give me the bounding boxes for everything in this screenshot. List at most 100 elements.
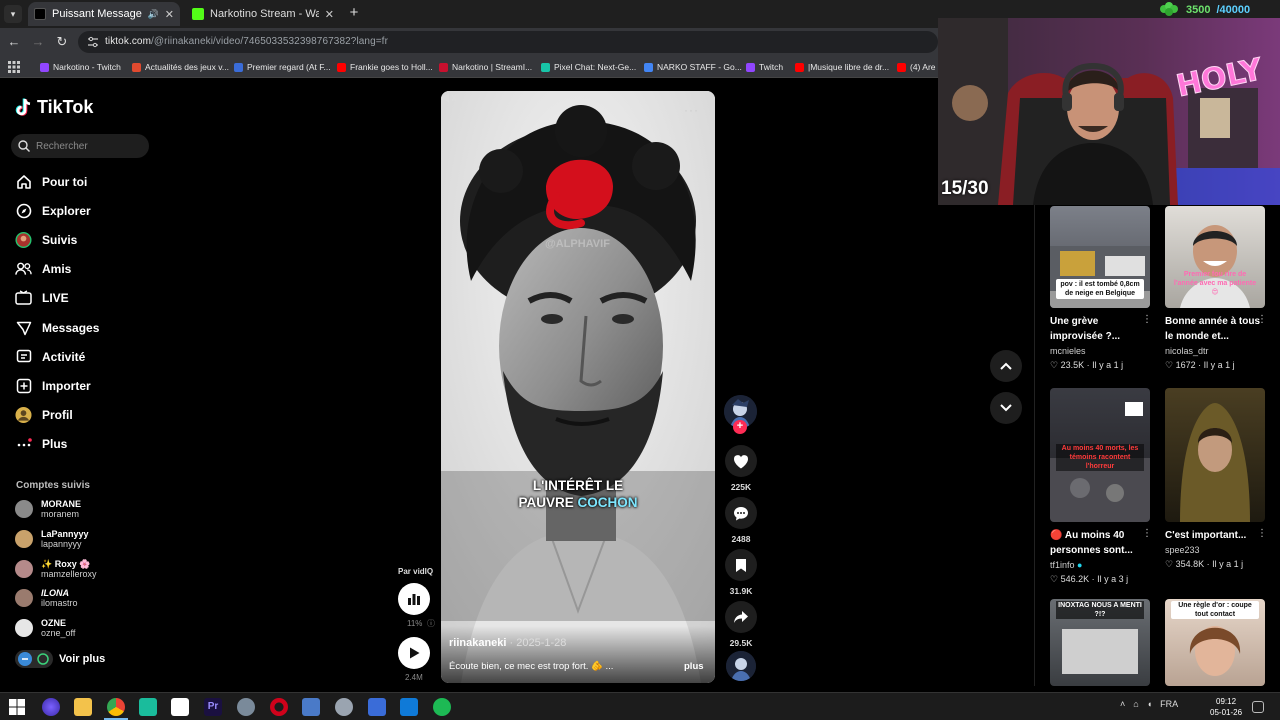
mute-icon[interactable] [441, 91, 457, 105]
nav-importer[interactable]: Importer [15, 376, 91, 396]
network-icon[interactable]: ⌂ [1133, 699, 1138, 709]
video-author[interactable]: spee233 [1165, 545, 1200, 555]
app-icon[interactable] [400, 698, 418, 716]
bookmark-item[interactable]: Frankie goes to Holl... [337, 60, 433, 74]
reload-icon[interactable]: ↻ [53, 33, 71, 51]
more-options-icon[interactable]: ⋮ [1257, 314, 1267, 325]
nav-plus[interactable]: Plus [15, 434, 67, 454]
recommended-video[interactable]: Premier fou rire de l'année avec ma pati… [1165, 206, 1267, 370]
more-options-icon[interactable]: ⋮ [1142, 528, 1152, 539]
video-author[interactable]: tf1info [1050, 560, 1075, 570]
nav-activite[interactable]: Activité [15, 347, 85, 367]
nav-suivis[interactable]: Suivis [15, 230, 77, 250]
app-icon[interactable] [237, 698, 255, 716]
followed-account[interactable]: MORANE moranem [15, 496, 81, 522]
bookmark-item[interactable]: Premier regard (At F... [234, 60, 331, 74]
bookmark-item[interactable]: Actualités des jeux v... [132, 60, 229, 74]
video-more-options-icon[interactable]: ··· [684, 103, 699, 117]
recommended-video[interactable]: pov : il est tombé 0,8cm de neige en Bel… [1050, 206, 1152, 370]
search-input[interactable] [36, 138, 144, 154]
video-thumbnail[interactable]: INOXTAG NOUS A MENTI ?!? [1050, 599, 1150, 686]
volume-icon[interactable]: ◖ [1147, 699, 1152, 709]
followed-account[interactable]: ILONA ilomastro [15, 585, 78, 611]
video-thumbnail[interactable]: Une règle d'or : coupe tout contact [1165, 599, 1265, 686]
video-title[interactable]: Bonne année à tous le monde et... [1165, 314, 1261, 344]
video-thumbnail[interactable]: Au moins 40 morts, les témoins racontent… [1050, 388, 1150, 522]
video-author[interactable]: nicolas_dtr [1165, 346, 1209, 356]
tiktok-logo[interactable]: TikTok [15, 97, 93, 118]
nav-profil[interactable]: Profil [15, 405, 73, 425]
chrome-icon[interactable] [107, 698, 125, 716]
tab-kick[interactable]: Narkotino Stream - Watch Live ✕ [186, 2, 340, 26]
previous-video-button[interactable] [990, 350, 1022, 382]
app-icon[interactable] [302, 698, 320, 716]
tab-tiktok[interactable]: Puissant Message de Philo 🔊 ✕ [28, 2, 180, 26]
video-thumbnail[interactable]: Premier fou rire de l'année avec ma pati… [1165, 206, 1265, 308]
video-more-link[interactable]: plus [684, 661, 704, 672]
close-tab-icon[interactable]: ✕ [325, 8, 334, 21]
save-button[interactable] [725, 549, 757, 581]
more-options-icon[interactable]: ⋮ [1142, 314, 1152, 325]
follow-plus-icon[interactable]: + [733, 420, 747, 434]
notifications-icon[interactable] [1252, 701, 1264, 713]
bookmark-item[interactable]: Twitch [746, 60, 783, 74]
nav-amis[interactable]: Amis [15, 259, 71, 279]
chevron-up-icon[interactable]: ˄ [1120, 699, 1125, 709]
see-more-button[interactable]: Voir plus [15, 650, 105, 668]
bookmark-item[interactable]: (4) Are [897, 60, 936, 74]
site-info-icon[interactable] [86, 35, 100, 49]
video-thumbnail[interactable] [1165, 388, 1265, 522]
back-arrow-icon[interactable]: ← [5, 33, 23, 51]
nav-messages[interactable]: Messages [15, 318, 99, 338]
app-icon[interactable] [335, 698, 353, 716]
app-icon[interactable] [42, 698, 60, 716]
recommended-video[interactable]: Une règle d'or : coupe tout contact [1165, 599, 1267, 686]
info-icon[interactable]: ⓘ [427, 618, 435, 629]
video-author[interactable]: riinakaneki [449, 637, 506, 649]
nav-pour-toi[interactable]: Pour toi [15, 172, 87, 192]
windows-start-icon[interactable] [8, 698, 26, 716]
speaker-icon[interactable]: 🔊 [148, 9, 159, 20]
language-indicator[interactable]: FRA [1160, 699, 1178, 709]
bookmark-item[interactable]: |Musique libre de dr... [795, 60, 889, 74]
followed-account[interactable]: OZNE ozne_off [15, 615, 75, 641]
search-bar[interactable] [11, 134, 149, 158]
like-button[interactable] [725, 445, 757, 477]
video-title[interactable]: Une grève improvisée ?... [1050, 314, 1146, 344]
recommended-video[interactable]: Au moins 40 morts, les témoins racontent… [1050, 388, 1152, 584]
file-explorer-icon[interactable] [74, 698, 92, 716]
spotify-icon[interactable] [433, 698, 451, 716]
video-thumbnail[interactable]: pov : il est tombé 0,8cm de neige en Bel… [1050, 206, 1150, 308]
forward-arrow-icon[interactable]: → [29, 33, 47, 51]
video-title[interactable]: C'est important... [1165, 528, 1261, 543]
video-player[interactable]: ··· @ALPHAVIF L'INTÉRÊT LE PAUVRE COCHON… [441, 91, 715, 683]
nav-explorer[interactable]: Explorer [15, 201, 91, 221]
recommended-video[interactable]: INOXTAG NOUS A MENTI ?!? [1050, 599, 1152, 686]
followed-account[interactable]: LaPannyyy lapannyyy [15, 526, 89, 552]
new-tab-button[interactable]: + [347, 5, 361, 21]
calculator-icon[interactable] [368, 698, 386, 716]
video-title[interactable]: 🔴 Au moins 40 personnes sont... [1050, 528, 1146, 558]
share-button[interactable] [725, 601, 757, 633]
extension-toggle-icon[interactable] [15, 650, 53, 668]
bookmark-item[interactable]: Narkotino | StreamI... [439, 60, 532, 74]
nav-live[interactable]: LIVE [15, 288, 69, 308]
play-button[interactable] [398, 637, 430, 669]
bookmark-item[interactable]: NARKO STAFF - Go... [644, 60, 742, 74]
close-tab-icon[interactable]: ✕ [165, 8, 174, 21]
chatgpt-icon[interactable] [139, 698, 157, 716]
video-author[interactable]: mcnieles [1050, 346, 1086, 356]
video-author-line[interactable]: riinakaneki · 2025-1-28 [449, 637, 566, 649]
obs-icon[interactable] [171, 698, 189, 716]
recommended-video[interactable]: C'est important... ⋮ spee233 ♡ 354.8K · … [1165, 388, 1267, 569]
more-options-icon[interactable]: ⋮ [1257, 528, 1267, 539]
bookmark-item[interactable]: Narkotino - Twitch [40, 60, 121, 74]
vidiq-stats-button[interactable] [398, 583, 430, 615]
next-video-button[interactable] [990, 392, 1022, 424]
opera-gx-icon[interactable] [270, 698, 288, 716]
video-author-row[interactable]: tf1info ● [1050, 560, 1082, 570]
premiere-pro-icon[interactable]: Pr [204, 698, 222, 716]
apps-grid-icon[interactable] [8, 61, 20, 73]
music-disc-avatar[interactable] [726, 651, 756, 681]
bookmark-item[interactable]: Pixel Chat: Next-Ge... [541, 60, 636, 74]
